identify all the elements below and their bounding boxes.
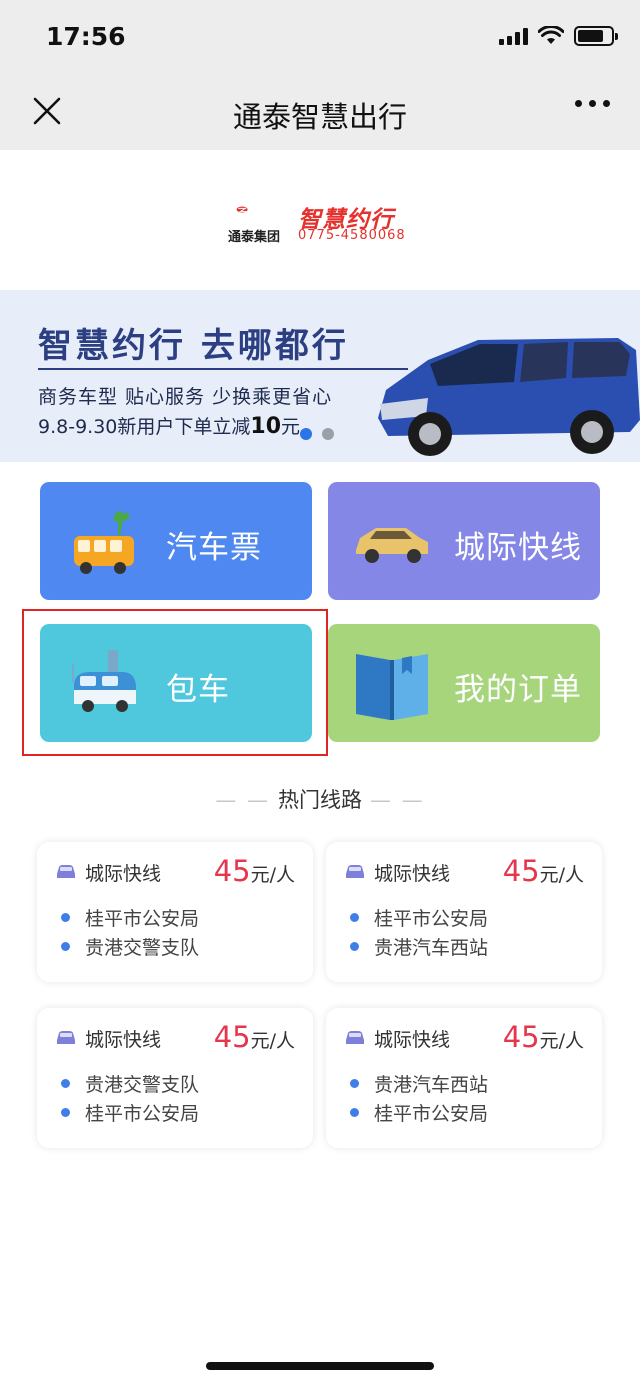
route-card[interactable]: 城际快线 45元/人 桂平市公安局 贵港汽车西站 <box>326 842 602 982</box>
route-type: 城际快线 <box>374 1029 451 1051</box>
route-price: 45元/人 <box>502 1020 584 1054</box>
stop-dot <box>61 1079 70 1088</box>
route-card[interactable]: 城际快线 45元/人 贵港交警支队 桂平市公安局 <box>37 1008 313 1148</box>
car-icon <box>346 1031 364 1044</box>
route-price: 45元/人 <box>502 854 584 888</box>
charter-tile[interactable]: 包车 <box>40 624 312 742</box>
route-to: 贵港交警支队 <box>85 937 200 959</box>
route-card[interactable]: 城际快线 45元/人 贵港汽车西站 桂平市公安局 <box>326 1008 602 1148</box>
book-icon <box>356 654 428 720</box>
van-icon <box>72 650 136 712</box>
route-to: 桂平市公安局 <box>374 1103 489 1125</box>
section-heading: — — 热门线路 — — <box>0 784 640 814</box>
tile-label: 城际快线 <box>454 530 582 566</box>
car-icon <box>346 865 364 878</box>
banner-pagination <box>300 428 334 440</box>
logo-group-name: 通泰集团 <box>228 230 281 245</box>
stop-dot <box>350 1108 359 1117</box>
route-type: 城际快线 <box>85 1029 162 1051</box>
mpv-car-icon <box>378 338 640 456</box>
section-dash-right: — — <box>370 788 425 812</box>
route-to: 桂平市公安局 <box>85 1103 200 1125</box>
route-price: 45元/人 <box>213 854 295 888</box>
stop-dot <box>61 942 70 951</box>
battery-icon <box>574 26 618 46</box>
signal-icon <box>499 27 528 45</box>
banner-title: 智慧约行 去哪都行 <box>38 326 349 366</box>
intercity-express-tile[interactable]: 城际快线 <box>328 482 600 600</box>
stop-dot <box>350 1079 359 1088</box>
banner-promo-amount: 10 <box>250 414 282 439</box>
bus-ticket-tile[interactable]: 汽车票 <box>40 482 312 600</box>
tile-label: 汽车票 <box>166 530 262 566</box>
stop-dot <box>61 913 70 922</box>
company-logo-icon <box>236 206 248 213</box>
tile-label: 我的订单 <box>454 672 582 708</box>
route-price: 45元/人 <box>213 1020 295 1054</box>
banner-dot-2[interactable] <box>322 428 334 440</box>
route-from: 贵港汽车西站 <box>374 1074 489 1096</box>
my-orders-tile[interactable]: 我的订单 <box>328 624 600 742</box>
bus-icon <box>74 511 134 574</box>
route-from: 桂平市公安局 <box>85 908 200 930</box>
banner-promo: 9.8-9.30新用户下单立减10元 <box>38 414 301 439</box>
home-indicator[interactable] <box>206 1362 434 1370</box>
car-icon <box>356 528 428 563</box>
promo-banner[interactable]: 智慧约行 去哪都行 商务车型 贴心服务 少换乘更省心 9.8-9.30新用户下单… <box>0 290 640 462</box>
status-time: 17:56 <box>46 22 126 51</box>
section-title: 热门线路 <box>278 788 362 812</box>
page-title: 通泰智慧出行 <box>232 100 407 134</box>
route-from: 桂平市公安局 <box>374 908 489 930</box>
logo-phone: 0775-4580068 <box>298 228 406 243</box>
banner-dot-1[interactable] <box>300 428 312 440</box>
stop-dot <box>350 942 359 951</box>
car-icon <box>57 1031 75 1044</box>
more-options-icon[interactable] <box>575 100 610 107</box>
top-bar: 17:56 通泰智慧出行 <box>0 0 640 150</box>
route-to: 贵港汽车西站 <box>374 937 489 959</box>
route-card[interactable]: 城际快线 45元/人 桂平市公安局 贵港交警支队 <box>37 842 313 982</box>
wifi-icon <box>538 26 564 44</box>
car-icon <box>57 865 75 878</box>
route-type: 城际快线 <box>374 863 451 885</box>
stop-dot <box>350 913 359 922</box>
banner-divider <box>38 368 408 370</box>
route-type: 城际快线 <box>85 863 162 885</box>
status-icons <box>499 26 618 46</box>
section-dash-left: — — <box>215 788 270 812</box>
banner-subtitle: 商务车型 贴心服务 少换乘更省心 <box>38 386 333 408</box>
tile-label: 包车 <box>166 672 230 708</box>
stop-dot <box>61 1108 70 1117</box>
route-from: 贵港交警支队 <box>85 1074 200 1096</box>
